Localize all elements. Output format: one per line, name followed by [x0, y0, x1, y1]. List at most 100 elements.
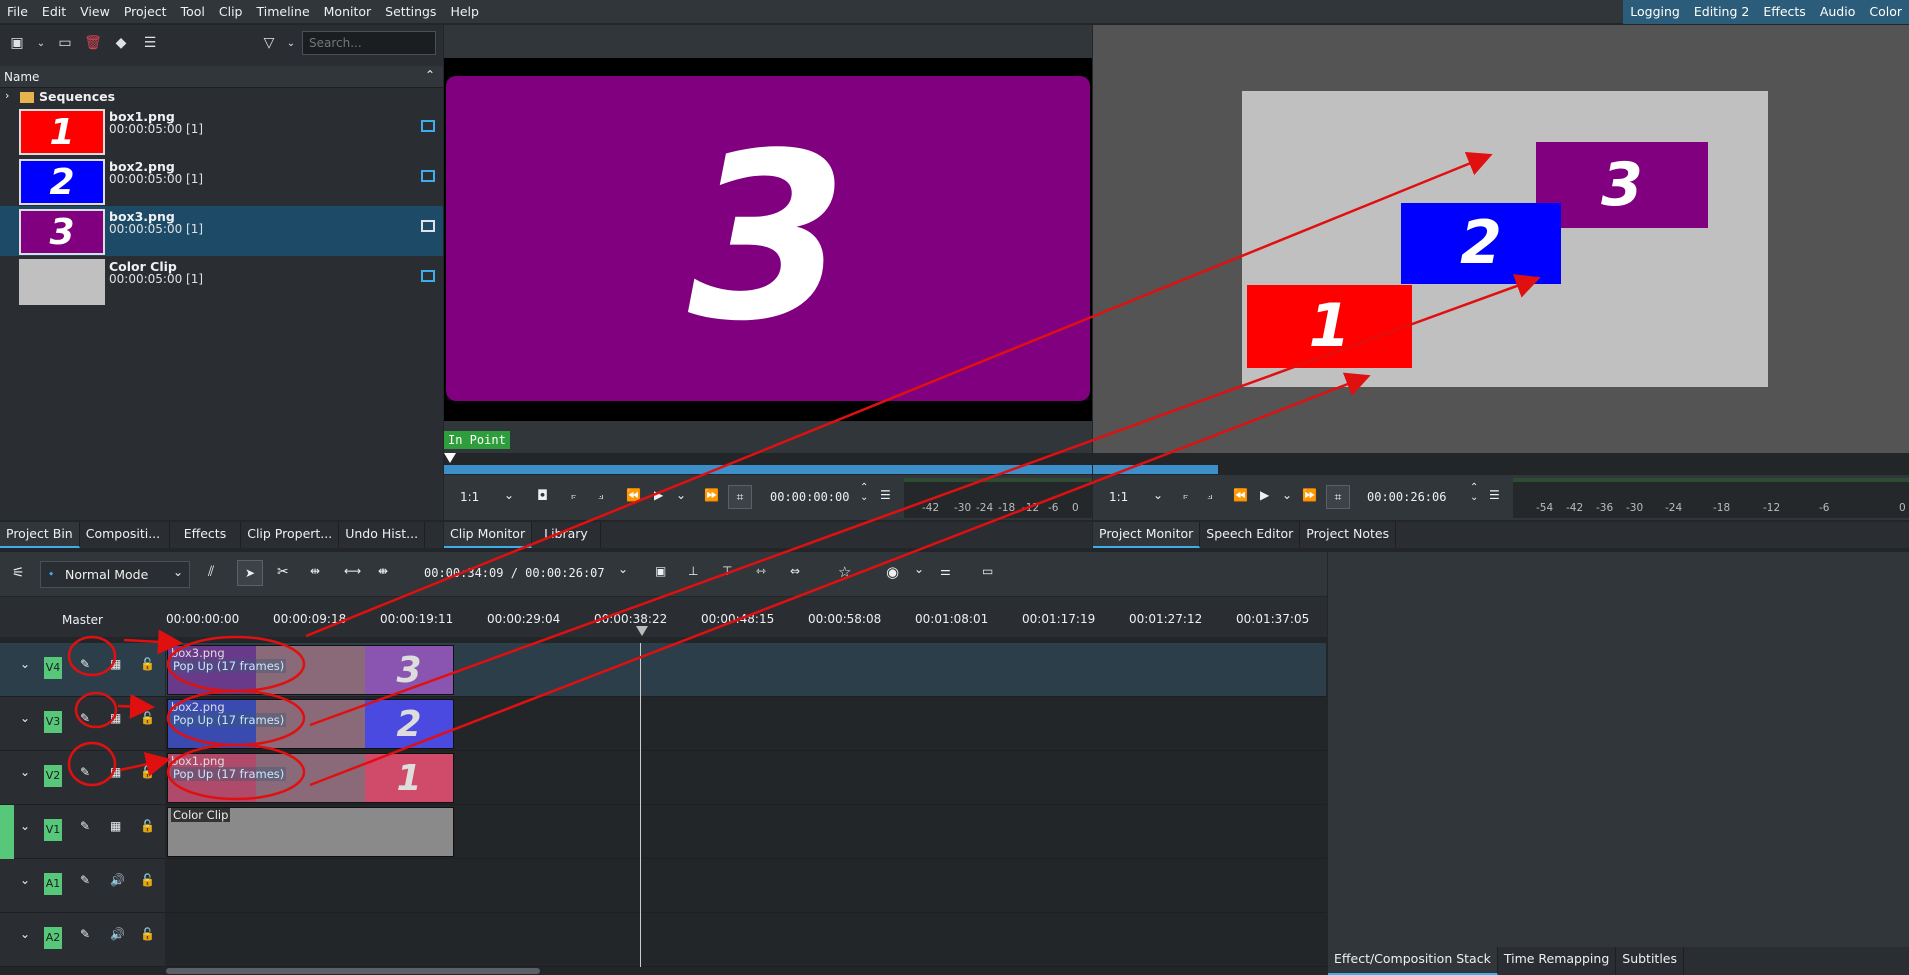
effects-icon[interactable]: ✎	[80, 819, 90, 833]
crop-icon[interactable]: ⌗	[1326, 485, 1350, 509]
chevron-down-icon[interactable]: ⌄	[280, 32, 302, 54]
collapse-icon[interactable]: ⌄	[20, 765, 30, 779]
tab-project-bin[interactable]: Project Bin	[0, 522, 80, 548]
expand-icon[interactable]: ›	[5, 89, 9, 102]
lock-icon[interactable]: 🔓	[140, 873, 155, 887]
rewind-icon[interactable]: ⏪	[626, 488, 641, 502]
menu-monitor[interactable]: Monitor	[317, 0, 379, 24]
tag-icon[interactable]: ◆	[110, 32, 132, 54]
effects-icon[interactable]: ✎	[80, 873, 90, 887]
video-toggle-icon[interactable]: ▦	[110, 819, 121, 833]
chevron-down-icon[interactable]: ⌄	[914, 562, 924, 576]
filter-icon[interactable]: ▽	[258, 32, 280, 54]
layout-logging[interactable]: Logging	[1623, 0, 1687, 24]
playhead-marker[interactable]	[444, 453, 456, 463]
clip-monitor-screen[interactable]: 3	[444, 58, 1092, 421]
chevron-down-icon[interactable]: ⌄	[618, 562, 628, 576]
track-tag[interactable]: V2	[44, 765, 62, 787]
tab-clip-monitor[interactable]: Clip Monitor	[444, 522, 533, 548]
insert-icon[interactable]: ▣	[655, 564, 666, 578]
clip-effect[interactable]: Pop Up (17 frames)	[171, 659, 287, 673]
bin-item-box2[interactable]: 2 box2.png 00:00:05:00 [1]	[0, 156, 443, 206]
menu-view[interactable]: View	[73, 0, 117, 24]
marker-icon[interactable]: ◘	[537, 488, 548, 504]
snap-icon[interactable]: ◉	[886, 563, 899, 581]
collapse-icon[interactable]: ⌄	[20, 819, 30, 833]
track-tag[interactable]: A1	[44, 873, 62, 895]
master-label[interactable]: Master	[62, 613, 103, 627]
set-out-icon[interactable]: ⟓	[1207, 488, 1213, 503]
spin-icon[interactable]: ⌃ ⌄	[1470, 483, 1478, 503]
edit-mode-select[interactable]: ⬩ Normal Mode ⌄	[40, 561, 190, 588]
project-monitor-screen[interactable]: 3 2 1	[1093, 25, 1909, 453]
play-icon[interactable]: ▶	[654, 488, 663, 502]
menu-icon[interactable]: ☰	[1489, 488, 1500, 502]
lock-icon[interactable]: 🔓	[140, 927, 155, 941]
project-monitor-ruler[interactable]	[1093, 453, 1909, 475]
multitrack-icon[interactable]: ⇔	[790, 564, 800, 578]
effects-icon[interactable]: ✎	[80, 711, 90, 725]
lock-icon[interactable]: 🔓	[140, 819, 155, 833]
extract-icon[interactable]: ⇿	[756, 564, 766, 578]
forward-icon[interactable]: ⏩	[704, 488, 719, 502]
collapse-icon[interactable]: ⌄	[20, 657, 30, 671]
slip-tool-icon[interactable]: ⇹	[310, 564, 320, 578]
track-head-v4[interactable]: ⌄ V4 ✎ ▦ 🔓	[0, 643, 165, 697]
clip-box3[interactable]: 3 box3.png Pop Up (17 frames)	[167, 645, 454, 695]
effects-icon[interactable]: ✎	[80, 927, 90, 941]
lock-icon[interactable]: 🔓	[140, 711, 155, 725]
clip-timecode[interactable]: 00:00:00:00	[770, 490, 849, 504]
lock-icon[interactable]: 🔓	[140, 765, 155, 779]
tab-time-remapping[interactable]: Time Remapping	[1498, 947, 1617, 975]
tab-clip-properties[interactable]: Clip Propert...	[241, 522, 340, 548]
spin-icon[interactable]: ⌃ ⌄	[860, 483, 868, 503]
spacer-tool-icon[interactable]: ⫽	[208, 564, 214, 580]
menu-settings[interactable]: Settings	[378, 0, 443, 24]
speaker-icon[interactable]: 🔊	[110, 873, 125, 887]
tab-undo-history[interactable]: Undo Hist...	[339, 522, 426, 548]
menu-file[interactable]: File	[0, 0, 35, 24]
speaker-icon[interactable]: 🔊	[110, 927, 125, 941]
ripple-tool-icon[interactable]: ⟷	[344, 564, 361, 578]
menu-timeline[interactable]: Timeline	[249, 0, 316, 24]
bin-header[interactable]: Name ⌃	[0, 66, 443, 88]
menu-help[interactable]: Help	[443, 0, 486, 24]
delete-icon[interactable]: 🗑	[82, 32, 104, 54]
video-toggle-icon[interactable]: ▦	[110, 765, 121, 779]
mixer-icon[interactable]: ⚌	[940, 564, 951, 578]
favorite-icon[interactable]: ☆	[838, 563, 851, 581]
timeline-position[interactable]: 00:00:34:09 / 00:00:26:07	[424, 566, 605, 580]
lift-icon[interactable]: ⊤	[722, 564, 732, 578]
bin-item-color-clip[interactable]: Color Clip 00:00:05:00 [1]	[0, 256, 443, 306]
video-toggle-icon[interactable]: ▦	[110, 711, 121, 725]
effects-icon[interactable]: ✎	[80, 765, 90, 779]
track-settings-icon[interactable]: ⚟	[12, 565, 25, 581]
tab-speech-editor[interactable]: Speech Editor	[1200, 522, 1301, 548]
set-in-icon[interactable]: ⟔	[1183, 488, 1189, 503]
tab-library[interactable]: Library	[532, 522, 601, 548]
menu-edit[interactable]: Edit	[35, 0, 73, 24]
track-tag[interactable]: A2	[44, 927, 62, 949]
project-timecode[interactable]: 00:00:26:06	[1367, 490, 1446, 504]
add-clip-icon[interactable]: ▣	[6, 32, 28, 54]
menu-tool[interactable]: Tool	[174, 0, 212, 24]
rewind-icon[interactable]: ⏪	[1233, 488, 1248, 502]
track-head-v3[interactable]: ⌄ V3 ✎ ▦ 🔓	[0, 697, 165, 751]
layout-color[interactable]: Color	[1862, 0, 1909, 24]
track-lane-a1[interactable]	[166, 859, 1326, 913]
menu-icon[interactable]: ☰	[139, 32, 161, 54]
zoom-select[interactable]: 1:1	[1109, 490, 1128, 504]
track-head-v1[interactable]: ⌄ V1 ✎ ▦ 🔓	[14, 805, 165, 859]
tab-compositions[interactable]: Compositi...	[80, 522, 170, 548]
collapse-icon[interactable]: ⌄	[20, 873, 30, 887]
layout-effects[interactable]: Effects	[1756, 0, 1813, 24]
folder-row[interactable]: › Sequences	[0, 89, 443, 105]
timeline-scrollbar[interactable]	[166, 968, 540, 974]
tab-subtitles[interactable]: Subtitles	[1616, 947, 1685, 975]
clip-box1[interactable]: 1 box1.png Pop Up (17 frames)	[167, 753, 454, 803]
track-head-v2[interactable]: ⌄ V2 ✎ ▦ 🔓	[0, 751, 165, 805]
slide-tool-icon[interactable]: ⇼	[378, 564, 388, 578]
zoom-select[interactable]: 1:1	[460, 490, 479, 504]
clip-monitor-ruler[interactable]	[444, 453, 1092, 475]
set-out-icon[interactable]: ⟓	[598, 488, 604, 503]
